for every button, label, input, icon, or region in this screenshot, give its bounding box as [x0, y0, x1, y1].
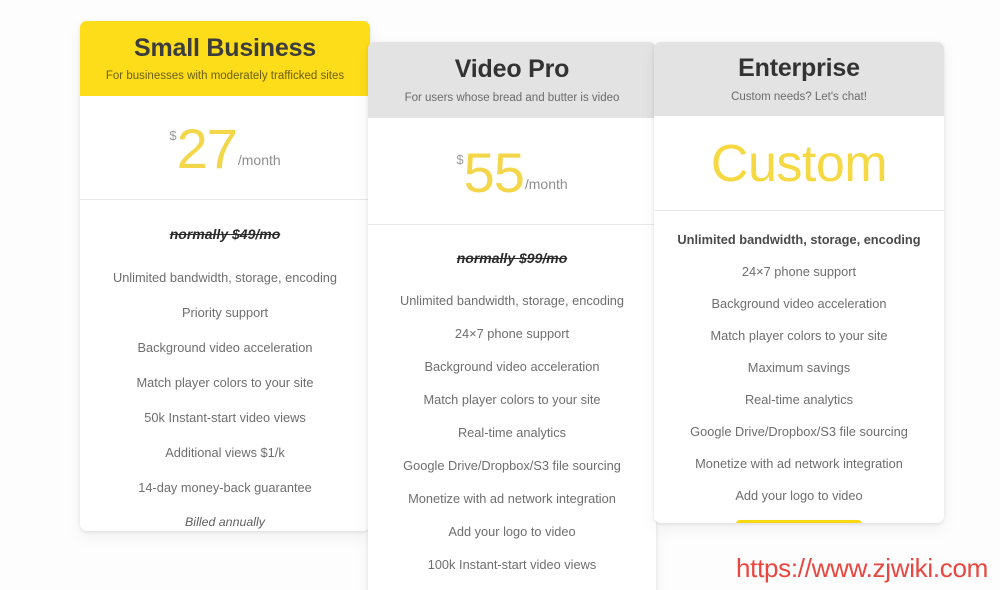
feature-item: Maximum savings: [747, 360, 851, 376]
feature-item: Google Drive/Dropbox/S3 file sourcing: [403, 457, 621, 473]
price-amount: Custom: [710, 135, 888, 194]
price-currency: $: [169, 128, 177, 144]
feature-item: 14-day money-back guarantee: [138, 479, 312, 495]
get-in-touch-button[interactable]: Get in touch!: [736, 520, 862, 523]
feature-item: Monetize with ad network integration: [408, 490, 616, 506]
feature-item: Priority support: [181, 304, 269, 320]
cta-wrapper: Get in touch!: [654, 520, 944, 523]
price-amount: 27: [176, 117, 238, 181]
feature-item: 100k Instant-start video views: [427, 556, 597, 572]
price-period: /month: [524, 176, 568, 193]
feature-item: normally $49/mo: [169, 226, 281, 243]
feature-list: normally $99/mo Unlimited bandwidth, stor…: [368, 225, 656, 590]
feature-item: Monetize with ad network integration: [695, 456, 903, 472]
card-header-enterprise: Enterprise Custom needs? Let's chat!: [654, 42, 944, 117]
price-period: /month: [237, 152, 281, 169]
feature-item: Match player colors to your site: [710, 328, 888, 344]
price-block: Custom: [654, 116, 944, 212]
pricing-page: Small Business For businesses with moder…: [0, 0, 1000, 590]
plan-tagline: For businesses with moderately trafficke…: [105, 69, 345, 82]
feature-list: normally $49/mo Unlimited bandwidth, stor…: [80, 200, 370, 530]
price-currency: $: [456, 152, 464, 168]
site-watermark: https://www.zjwiki.com: [735, 553, 988, 583]
card-header-video-pro: Video Pro For users whose bread and butt…: [368, 42, 656, 119]
feature-item: Background video acceleration: [424, 358, 600, 374]
plan-name: Enterprise: [738, 54, 860, 82]
price-block: $55/month: [368, 118, 656, 226]
feature-item: Real-time analytics: [457, 424, 567, 440]
feature-item: Add your logo to video: [735, 488, 863, 504]
feature-item: Background video acceleration: [711, 296, 887, 312]
card-header-small-business: Small Business For businesses with moder…: [80, 21, 370, 97]
feature-item: Match player colors to your site: [423, 391, 601, 407]
feature-item: Real-time analytics: [744, 392, 854, 408]
feature-item: 24×7 phone support: [454, 325, 570, 341]
plan-name: Small Business: [133, 34, 316, 62]
pricing-card-video-pro[interactable]: Video Pro For users whose bread and butt…: [368, 42, 656, 590]
feature-item: Google Drive/Dropbox/S3 file sourcing: [690, 424, 908, 440]
feature-item: Add your logo to video: [448, 523, 576, 539]
plan-name: Video Pro: [454, 55, 570, 83]
plan-tagline: Custom needs? Let's chat!: [731, 90, 867, 103]
feature-item: Billed annually: [185, 514, 265, 529]
feature-list: Unlimited bandwidth, storage, encoding 24…: [654, 211, 944, 504]
price-block: $27/month: [80, 96, 370, 201]
feature-item: Unlimited bandwidth, storage, encoding: [112, 269, 338, 285]
feature-item: Additional views $1/k: [165, 444, 285, 460]
feature-item: Unlimited bandwidth, storage, encoding: [399, 292, 625, 308]
feature-item: 50k Instant-start video views: [144, 409, 306, 425]
pricing-card-enterprise[interactable]: Enterprise Custom needs? Let's chat! Cus…: [654, 42, 944, 523]
price-amount: 55: [463, 141, 525, 205]
feature-item: Match player colors to your site: [136, 374, 314, 390]
feature-item: Unlimited bandwidth, storage, encoding: [677, 232, 921, 248]
pricing-card-small-business[interactable]: Small Business For businesses with moder…: [80, 21, 370, 531]
feature-item: 24×7 phone support: [741, 264, 857, 280]
feature-item: normally $99/mo: [456, 250, 568, 267]
plan-tagline: For users whose bread and butter is vide…: [404, 91, 620, 104]
feature-item: Background video acceleration: [137, 339, 313, 355]
